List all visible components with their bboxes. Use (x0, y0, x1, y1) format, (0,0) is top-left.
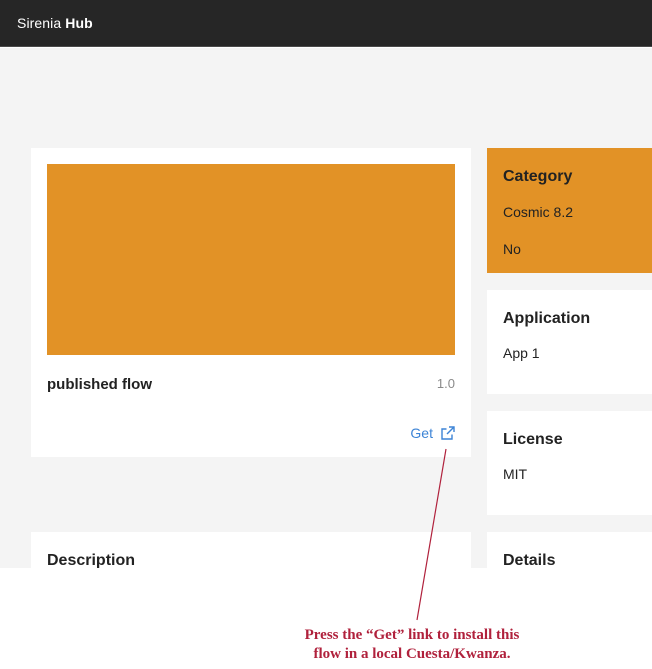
category-card: Category Cosmic 8.2 No (487, 148, 652, 273)
flow-version: 1.0 (436, 376, 455, 391)
brand-logo[interactable]: Sirenia Hub (17, 15, 93, 31)
main-content: published flow 1.0 Get Category Cosmic 8… (0, 48, 652, 568)
details-card: Details (487, 532, 652, 568)
license-card: License MIT (487, 411, 652, 515)
application-card: Application App 1 (487, 290, 652, 394)
license-title: License (503, 431, 563, 448)
application-title: Application (503, 310, 591, 327)
description-title: Description (47, 552, 136, 568)
get-link-label: Get (410, 425, 433, 441)
license-value: MIT (503, 466, 528, 482)
flow-name: published flow (47, 376, 152, 393)
description-card: Description (31, 532, 471, 568)
application-value: App 1 (503, 345, 540, 361)
top-bar: Sirenia Hub (0, 0, 652, 47)
category-value: Cosmic 8.2 (503, 204, 574, 220)
category-title: Category (503, 168, 573, 185)
details-title: Details (503, 552, 556, 568)
brand-primary: Sirenia (17, 15, 62, 31)
flow-card: published flow 1.0 Get (31, 148, 471, 457)
annotation-line-1: Press the “Get” link to install this (304, 627, 520, 643)
annotation-callout: Press the “Get” link to install this flo… (291, 626, 533, 664)
annotation-line-2: flow in a local Cuesta/Kwanza. (313, 646, 511, 662)
get-link[interactable]: Get (410, 425, 455, 441)
external-link-icon (441, 426, 455, 440)
category-value-secondary: No (503, 241, 521, 257)
flow-thumbnail (47, 164, 455, 355)
brand-secondary: Hub (65, 15, 93, 31)
